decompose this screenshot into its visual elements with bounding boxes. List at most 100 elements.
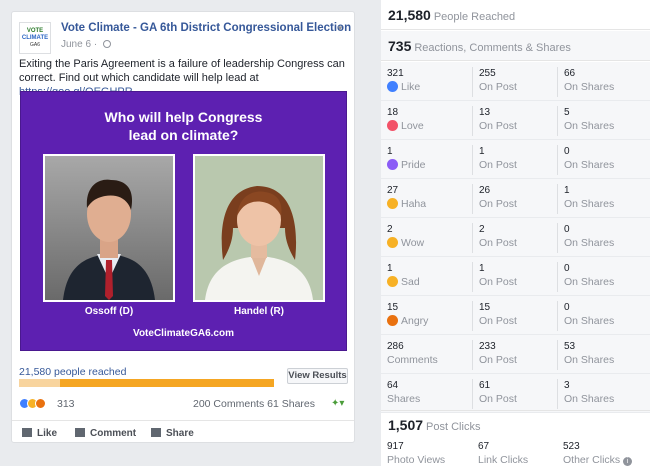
- link-clicks-value: 67: [478, 441, 490, 452]
- insights-panel: 21,580 People Reached 735 Reactions, Comme…: [381, 0, 650, 466]
- metric-cell: 1 Pride: [381, 145, 465, 175]
- metric-label: Like: [401, 81, 421, 93]
- engagement-row: 286 Comments 233 On Post 53 On Shares: [381, 335, 650, 374]
- reach-progress-fill: [19, 379, 60, 387]
- engagement-row: 2 Wow 2 On Post 0 On Shares: [381, 218, 650, 257]
- clicks-breakdown: 917 Photo Views 67 Link Clicks 523 Other…: [381, 438, 650, 466]
- metric-value: 255: [479, 68, 496, 79]
- on-post-cell: 61 On Post: [472, 379, 556, 409]
- metric-label-wrap: On Shares: [564, 158, 641, 172]
- metric-label: On Post: [479, 81, 517, 93]
- other-clicks-cell: 523 Other Clicks i: [557, 440, 641, 466]
- metric-label-wrap: Angry: [387, 314, 465, 328]
- metric-label: Haha: [401, 198, 427, 210]
- metric-value: 1: [387, 146, 393, 157]
- post-clicks-value: 1,507: [388, 417, 424, 433]
- metric-label: Comments: [387, 354, 438, 366]
- link-clicks-label: Link Clicks: [478, 454, 529, 466]
- on-post-cell: 2 On Post: [472, 223, 556, 253]
- engagement-row: 18 Love 13 On Post 5 On Shares: [381, 101, 650, 140]
- on-post-cell: 15 On Post: [472, 301, 556, 331]
- metric-label-wrap: On Post: [479, 353, 556, 367]
- like-button[interactable]: Like: [22, 428, 57, 439]
- engagement-row: 64 Shares 61 On Post 3 On Shares: [381, 374, 650, 413]
- post-image[interactable]: Who will help Congress lead on climate?: [20, 91, 347, 351]
- engagement-row: 1 Pride 1 On Post 0 On Shares: [381, 140, 650, 179]
- metric-value: 27: [387, 185, 399, 196]
- post-actions: Like Comment Share: [12, 420, 354, 442]
- post-date[interactable]: June 6: [61, 39, 91, 50]
- post-meta: June 6 ·: [61, 39, 111, 50]
- metric-label: On Shares: [564, 354, 615, 366]
- on-shares-cell: 3 On Shares: [557, 379, 641, 409]
- engagement-label: Reactions, Comments & Shares: [414, 42, 571, 54]
- metric-label-wrap: Shares: [387, 392, 465, 406]
- metric-label: Love: [401, 120, 424, 132]
- social-summary: 313 200 Comments 61 Shares ✦▾: [19, 398, 349, 412]
- people-reached-header: 21,580 People Reached: [381, 0, 650, 30]
- post-header: VOTE CLIMATE GA6 Vote Climate - GA 6th D…: [19, 19, 351, 59]
- metric-label-wrap: On Shares: [564, 80, 641, 94]
- share-label: Share: [166, 428, 194, 439]
- post-clicks-header: 1,507 Post Clicks: [381, 410, 650, 438]
- metric-label-wrap: Wow: [387, 236, 465, 250]
- metric-label-wrap: On Shares: [564, 236, 641, 250]
- wow-icon: [387, 237, 398, 248]
- view-results-button[interactable]: View Results: [287, 368, 348, 384]
- metric-value: 18: [387, 107, 399, 118]
- shares-count-link[interactable]: 61 Shares: [267, 398, 315, 410]
- on-post-cell: 26 On Post: [472, 184, 556, 214]
- other-clicks-label-wrap: Other Clicks i: [563, 453, 641, 466]
- reaction-icons[interactable]: [19, 398, 46, 410]
- photo-views-label: Photo Views: [387, 454, 446, 466]
- left-caption: Ossoff (D): [84, 306, 134, 317]
- on-post-cell: 13 On Post: [472, 106, 556, 136]
- metric-value: 26: [479, 185, 491, 196]
- share-button[interactable]: Share: [151, 428, 194, 439]
- engagement-row: 15 Angry 15 On Post 0 On Shares: [381, 296, 650, 335]
- pride-icon: [387, 159, 398, 170]
- metric-label: On Shares: [564, 237, 615, 249]
- on-post-cell: 233 On Post: [472, 340, 556, 370]
- metric-label-wrap: Sad: [387, 275, 465, 289]
- metric-value: 53: [564, 341, 576, 352]
- people-reached-link[interactable]: 21,580 people reached: [19, 366, 126, 378]
- comment-button[interactable]: Comment: [75, 428, 136, 439]
- post-card: VOTE CLIMATE GA6 Vote Climate - GA 6th D…: [11, 11, 355, 443]
- chevron-down-icon[interactable]: ▾: [333, 23, 347, 35]
- metric-cell: 286 Comments: [381, 340, 465, 370]
- on-shares-cell: 66 On Shares: [557, 67, 641, 97]
- page-avatar[interactable]: VOTE CLIMATE GA6: [19, 22, 51, 54]
- sad-icon: [387, 276, 398, 287]
- metric-label: On Post: [479, 354, 517, 366]
- logo-text-2: CLIMATE: [21, 35, 49, 41]
- on-shares-cell: 0 On Shares: [557, 301, 641, 331]
- link-clicks-cell: 67 Link Clicks: [472, 440, 556, 466]
- metric-label: On Shares: [564, 276, 615, 288]
- metric-label-wrap: On Shares: [564, 119, 641, 133]
- metric-label: On Shares: [564, 393, 615, 405]
- other-clicks-value: 523: [563, 441, 580, 452]
- logo-text-1: VOTE: [26, 28, 44, 34]
- metric-label-wrap: Pride: [387, 158, 465, 172]
- metric-cell: 2 Wow: [381, 223, 465, 253]
- info-icon[interactable]: i: [623, 457, 633, 466]
- audience-selector-icon[interactable]: ✦▾: [331, 398, 349, 410]
- page-name-link[interactable]: Vote Climate - GA 6th District Congressi…: [61, 22, 351, 34]
- ossoff-photo: [43, 154, 175, 302]
- reaction-count[interactable]: 313: [57, 398, 75, 410]
- comments-count-link[interactable]: 200 Comments: [193, 398, 264, 410]
- metric-label: Angry: [401, 315, 429, 327]
- metric-value: 1: [387, 263, 393, 274]
- metric-label: On Post: [479, 198, 517, 210]
- metric-cell: 64 Shares: [381, 379, 465, 409]
- globe-icon: [102, 40, 111, 48]
- metric-label-wrap: On Shares: [564, 314, 641, 328]
- love-icon: [387, 120, 398, 131]
- image-title: Who will help Congress lead on climate?: [21, 108, 346, 144]
- logo-text-3: GA6: [29, 42, 40, 48]
- metric-label: Pride: [401, 159, 426, 171]
- metric-value: 0: [564, 263, 570, 274]
- metric-label: On Shares: [564, 159, 615, 171]
- people-reached-label: People Reached: [433, 11, 516, 23]
